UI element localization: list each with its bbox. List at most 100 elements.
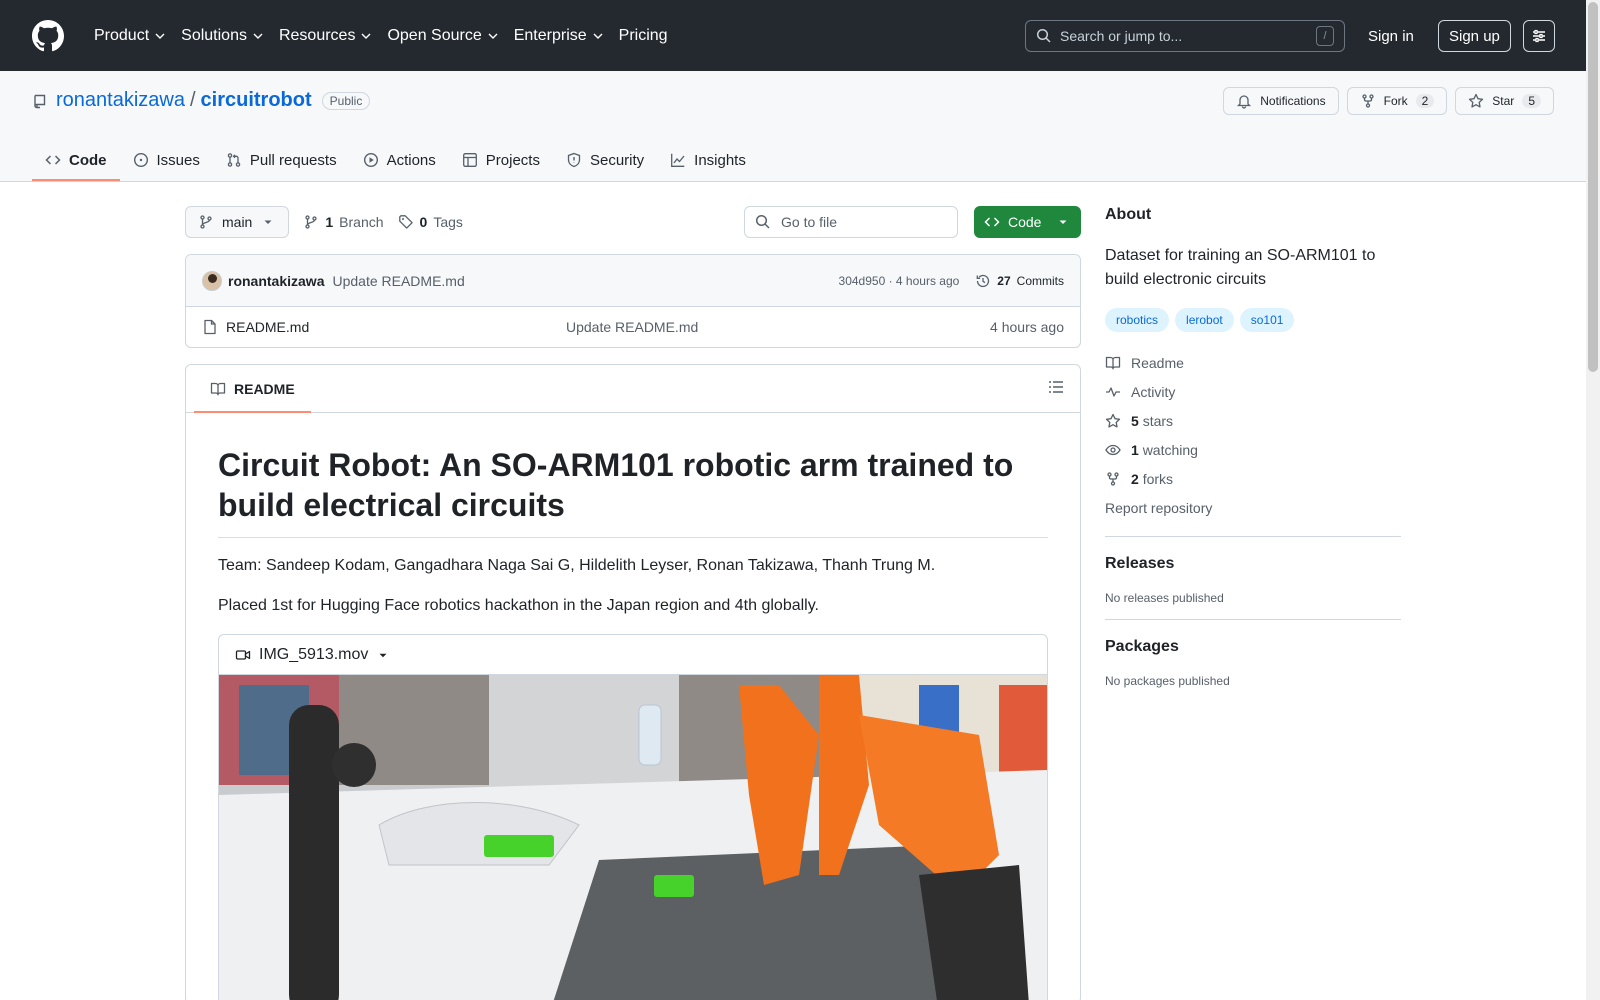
chevron-down-icon (253, 33, 263, 39)
sign-in-link[interactable]: Sign in (1358, 22, 1424, 50)
nav-solutions[interactable]: Solutions (173, 16, 271, 56)
book-icon (1105, 356, 1121, 369)
tab-actions[interactable]: Actions (350, 139, 449, 181)
fork-button[interactable]: Fork 2 (1346, 87, 1448, 115)
search-shortcut-key: / (1316, 26, 1334, 46)
branch-icon (200, 215, 212, 229)
branch-name: main (222, 214, 253, 230)
go-to-file-input[interactable]: Go to file (744, 206, 958, 238)
nav-resources[interactable]: Resources (271, 16, 379, 56)
commit-author-link[interactable]: ronantakizawa (228, 273, 324, 289)
chevron-down-icon (593, 33, 603, 39)
watching-label: watching (1142, 441, 1198, 458)
caret-down-icon (264, 220, 272, 224)
commit-message-link[interactable]: Update README.md (332, 273, 464, 289)
file-commit-message-link[interactable]: Update README.md (566, 319, 698, 335)
tab-projects[interactable]: Projects (449, 139, 553, 181)
nav-open-source-label: Open Source (387, 26, 482, 44)
file-table: ronantakizawa Update README.md 304d950 ·… (185, 254, 1081, 348)
table-icon (462, 153, 477, 167)
branches-link[interactable]: 1 Branch (303, 214, 384, 230)
repo-stats-list: Readme Activity 5 stars 1 watching 2 for… (1105, 348, 1401, 522)
commits-history-link[interactable]: 27 Commits (975, 273, 1064, 289)
branch-select-button[interactable]: main (185, 206, 290, 238)
search-icon (755, 214, 770, 229)
settings-menu-button[interactable] (1523, 20, 1555, 52)
code-dropdown-button[interactable]: Code (974, 206, 1081, 238)
tab-insights-label: Insights (694, 151, 746, 169)
forks-count: 2 (1131, 470, 1139, 487)
readme-tabs: README (186, 365, 1080, 413)
repo-header: ronantakizawa / circuitrobot Public Noti… (0, 71, 1586, 182)
readme-link[interactable]: Readme (1105, 348, 1401, 377)
about-heading: About (1105, 206, 1152, 223)
file-name-link[interactable]: README.md (226, 319, 566, 335)
topic-lerobot[interactable]: lerobot (1175, 308, 1234, 332)
table-row[interactable]: README.md Update README.md 4 hours ago (186, 307, 1080, 347)
code-button-label: Code (1008, 214, 1042, 230)
watching-count: 1 (1131, 441, 1139, 458)
tab-code[interactable]: Code (32, 139, 120, 181)
page-scrollbar[interactable] (1586, 0, 1600, 1000)
stars-count: 5 (1131, 412, 1139, 429)
tab-security[interactable]: Security (553, 139, 657, 181)
forks-link[interactable]: 2 forks (1105, 464, 1401, 493)
sidebar-divider (1105, 619, 1401, 620)
fork-icon (1361, 94, 1374, 108)
global-search-input[interactable]: Search or jump to... / (1025, 20, 1345, 52)
tab-pull-requests[interactable]: Pull requests (213, 139, 350, 181)
visibility-badge: Public (321, 91, 371, 110)
stars-link[interactable]: 5 stars (1105, 406, 1401, 435)
tab-insights[interactable]: Insights (657, 139, 759, 181)
sidebar: About Dataset for training an SO-ARM101 … (1105, 206, 1401, 688)
eye-icon (1105, 444, 1121, 455)
report-repository-link[interactable]: Report repository (1105, 493, 1401, 522)
topic-so101[interactable]: so101 (1239, 308, 1295, 332)
nav-enterprise[interactable]: Enterprise (506, 16, 611, 56)
avatar[interactable] (202, 270, 222, 291)
nav-product-label: Product (94, 26, 150, 44)
sign-up-button[interactable]: Sign up (1438, 20, 1511, 52)
nav-enterprise-label: Enterprise (513, 26, 587, 44)
repo-name-link[interactable]: circuitrobot (201, 89, 312, 112)
fork-icon (1107, 471, 1119, 486)
tags-link[interactable]: 0 Tags (398, 214, 463, 230)
watchers-link[interactable]: 1 watching (1105, 435, 1401, 464)
star-button[interactable]: Star 5 (1455, 87, 1554, 115)
play-icon (363, 152, 378, 168)
github-logo-icon[interactable] (32, 19, 64, 52)
tab-issues[interactable]: Issues (120, 139, 213, 181)
star-icon (1105, 413, 1121, 428)
outline-button[interactable] (1048, 379, 1064, 398)
nav-product[interactable]: Product (86, 16, 173, 56)
tab-readme[interactable]: README (194, 365, 311, 413)
topic-robotics[interactable]: robotics (1105, 308, 1170, 332)
chevron-down-icon (361, 33, 371, 39)
commit-hash-time[interactable]: 304d950 · 4 hours ago (839, 274, 960, 288)
tab-readme-label: README (234, 380, 295, 397)
readme-content: Circuit Robot: An SO-ARM101 robotic arm … (186, 413, 1080, 1000)
packages-empty-text: No packages published (1105, 674, 1230, 688)
global-header: Product Solutions Resources Open Source … (0, 0, 1586, 71)
tag-count-label: Tags (433, 214, 463, 230)
tab-code-label: Code (69, 151, 107, 169)
activity-link[interactable]: Activity (1105, 377, 1401, 406)
video-player[interactable] (219, 675, 1047, 1000)
readme-placement-paragraph: Placed 1st for Hugging Face robotics hac… (218, 597, 819, 614)
nav-open-source[interactable]: Open Source (379, 16, 505, 56)
repo-owner-link[interactable]: ronantakizawa (56, 89, 185, 112)
scrollbar-thumb[interactable] (1588, 2, 1598, 372)
chevron-down-icon (155, 33, 165, 39)
video-file-dropdown[interactable]: IMG_5913.mov (219, 635, 1047, 675)
releases-heading[interactable]: Releases (1105, 555, 1401, 573)
tab-actions-label: Actions (386, 151, 436, 169)
notifications-button[interactable]: Notifications (1223, 87, 1339, 115)
packages-heading[interactable]: Packages (1105, 638, 1401, 656)
repo-actions: Notifications Fork 2 Star 5 (1223, 87, 1554, 115)
repo-tabs: Code Issues Pull requests Actions Projec… (32, 139, 759, 181)
caret-down-icon (379, 653, 387, 657)
star-icon (1469, 93, 1484, 108)
fork-label: Fork (1383, 94, 1408, 108)
tab-pull-requests-label: Pull requests (249, 151, 337, 169)
nav-pricing[interactable]: Pricing (611, 16, 676, 56)
